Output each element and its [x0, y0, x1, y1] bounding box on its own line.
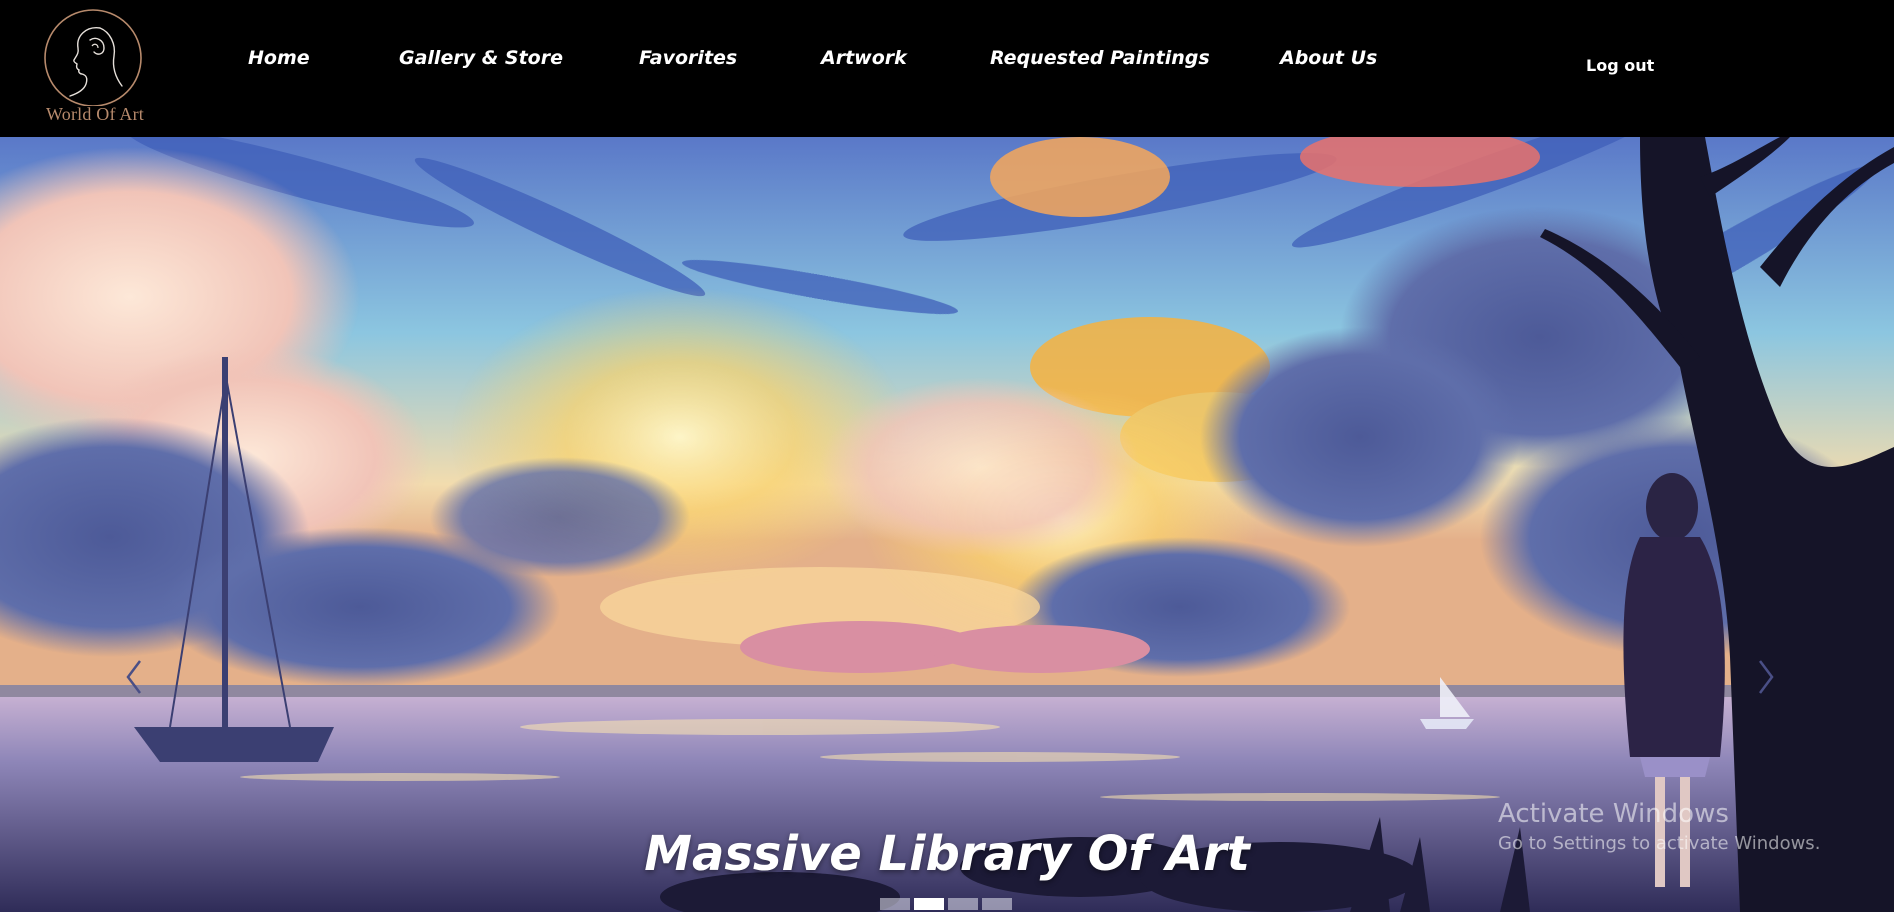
page: World Of Art Home Gallery & Store Favori…: [0, 0, 1894, 912]
nav-item-artwork[interactable]: Artwork: [821, 46, 907, 70]
nav-item-requested-paintings[interactable]: Requested Paintings: [990, 46, 1210, 70]
hero-slideshow: [0, 137, 1894, 912]
slide-dot[interactable]: [880, 898, 910, 910]
nav-item-favorites[interactable]: Favorites: [639, 46, 737, 70]
nav-item-home[interactable]: Home: [248, 46, 310, 70]
hero-painting-image: [0, 137, 1894, 912]
windows-activation-watermark: Activate Windows Go to Settings to activ…: [1498, 798, 1820, 858]
slide-indicators: [880, 898, 1020, 912]
activation-subtitle: Go to Settings to activate Windows.: [1498, 833, 1821, 854]
slide-dot-active[interactable]: [914, 898, 944, 910]
slide-next-button[interactable]: [1750, 657, 1780, 697]
slide-dot[interactable]: [982, 898, 1012, 910]
chevron-left-icon: [126, 660, 141, 694]
nav-item-gallery-store[interactable]: Gallery & Store: [399, 46, 563, 70]
slide-prev-button[interactable]: [120, 657, 150, 697]
slide-dot[interactable]: [948, 898, 978, 910]
site-header: World Of Art Home Gallery & Store Favori…: [0, 0, 1894, 137]
logout-button[interactable]: Log out: [1586, 56, 1654, 75]
chevron-right-icon: [1759, 660, 1774, 694]
nav-item-about-us[interactable]: About Us: [1280, 46, 1377, 70]
activation-title: Activate Windows: [1498, 799, 1729, 829]
